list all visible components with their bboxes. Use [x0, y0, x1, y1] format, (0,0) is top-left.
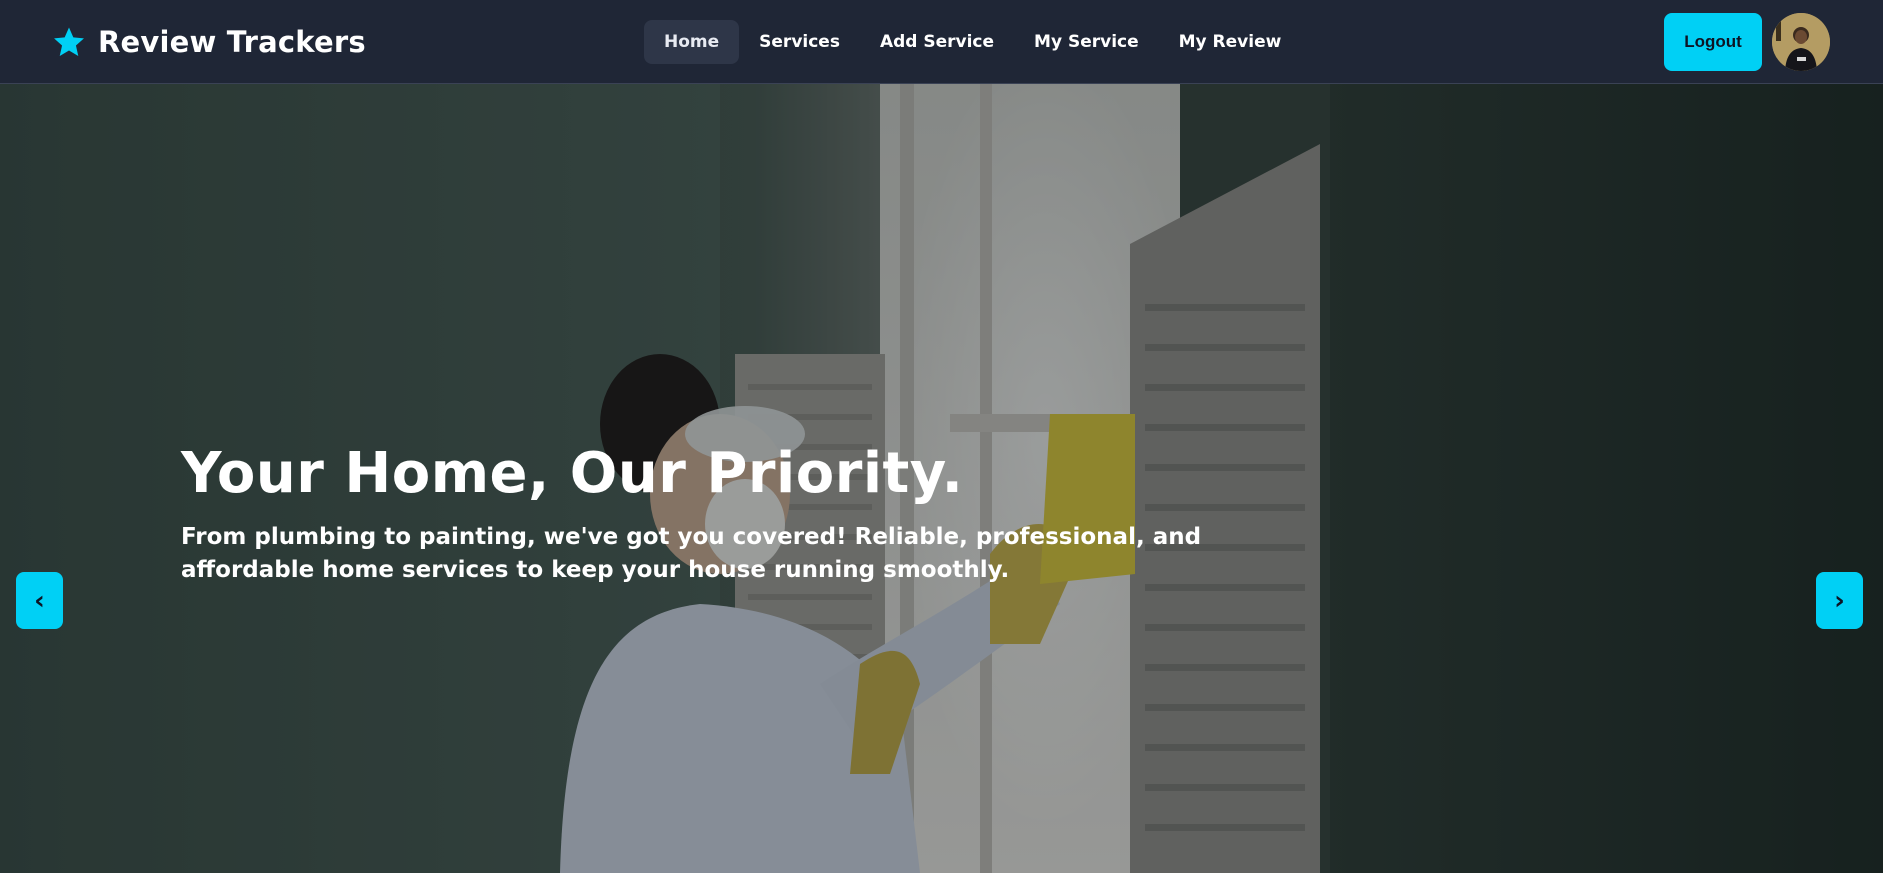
nav-item-add-service[interactable]: Add Service [860, 20, 1014, 64]
nav-item-my-review[interactable]: My Review [1159, 20, 1302, 64]
hero-content: Your Home, Our Priority. From plumbing t… [181, 443, 1381, 587]
logout-button[interactable]: Logout [1664, 13, 1762, 71]
hero-headline: Your Home, Our Priority. [181, 441, 964, 506]
chevron-left-icon: ‹ [34, 585, 45, 616]
brand-title: Review Trackers [98, 25, 366, 59]
top-navbar: Review Trackers Home Services Add Servic… [0, 0, 1883, 84]
chevron-right-icon: › [1834, 585, 1845, 616]
nav-item-services[interactable]: Services [739, 20, 860, 64]
nav-item-home[interactable]: Home [644, 20, 740, 64]
carousel-prev-button[interactable]: ‹ [16, 572, 63, 629]
star-icon [52, 25, 86, 59]
carousel-next-button[interactable]: › [1816, 572, 1863, 629]
main-nav: Home Services Add Service My Service My … [644, 20, 1301, 64]
user-avatar[interactable] [1772, 13, 1830, 71]
hero-carousel: Your Home, Our Priority. From plumbing t… [0, 84, 1883, 873]
hero-subtext: From plumbing to painting, we've got you… [181, 523, 1202, 583]
brand[interactable]: Review Trackers [52, 22, 366, 62]
nav-item-my-service[interactable]: My Service [1014, 20, 1159, 64]
